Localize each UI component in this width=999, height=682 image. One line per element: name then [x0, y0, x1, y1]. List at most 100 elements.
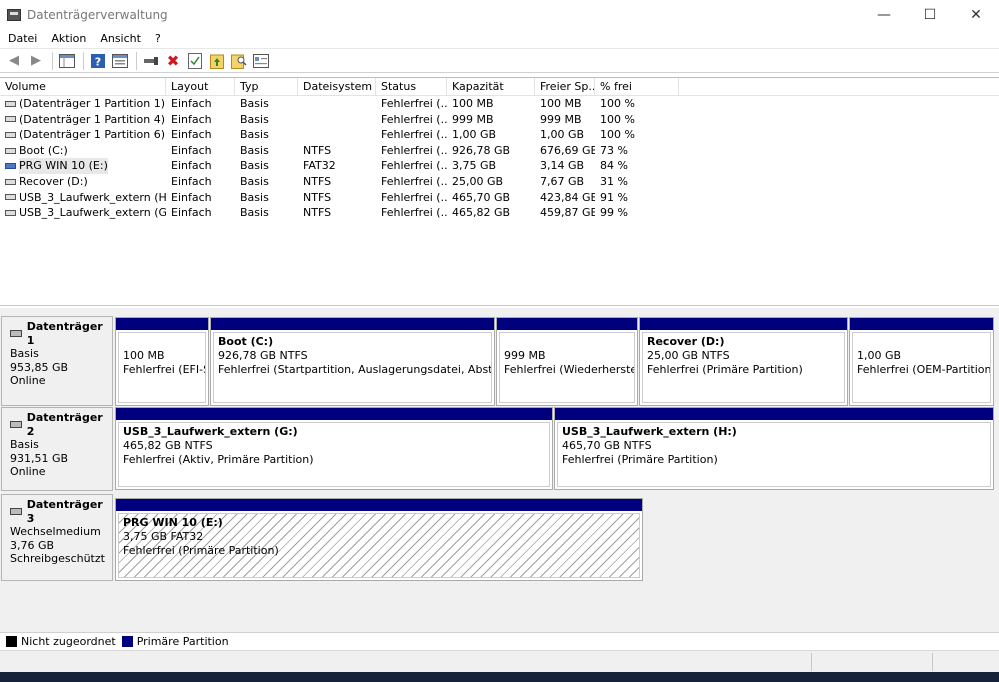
partition-block[interactable]: 100 MB Fehlerfrei (EFI-Sy: [115, 317, 209, 406]
volume-type: Basis: [240, 112, 269, 126]
column-header-percent-free[interactable]: % frei: [595, 78, 679, 95]
volume-layout: Einfach: [171, 128, 212, 142]
volume-layout: Einfach: [171, 174, 212, 188]
maximize-button[interactable]: ☐: [907, 0, 953, 29]
partition-block[interactable]: Recover (D:) 25,00 GB NTFS Fehlerfrei (P…: [639, 317, 848, 406]
title-bar: Datenträgerverwaltung — ☐ ✕: [0, 0, 999, 29]
partition-status: Fehlerfrei (Primäre Partition): [647, 362, 803, 376]
partition-status: Fehlerfrei (EFI-Sy: [123, 362, 205, 376]
table-row[interactable]: USB_3_Laufwerk_extern (G:) Einfach Basis…: [0, 205, 999, 221]
menu-aktion[interactable]: Aktion: [44, 32, 93, 45]
volume-percent-free: 100 %: [600, 112, 635, 126]
delete-icon[interactable]: ✖: [163, 51, 183, 71]
partition-size: 1,00 GB: [857, 348, 902, 362]
help-icon[interactable]: ?: [88, 51, 108, 71]
partition-block[interactable]: PRG WIN 10 (E:) 3,75 GB FAT32 Fehlerfrei…: [115, 498, 643, 581]
status-bar-divider: [932, 653, 933, 671]
disk-label[interactable]: Datenträger 1 Basis 953,85 GB Online: [1, 316, 113, 406]
partition-status: Fehlerfrei (Wiederherstellu: [504, 362, 634, 376]
volume-name: USB_3_Laufwerk_extern (G:): [19, 206, 166, 220]
column-header-layout[interactable]: Layout: [166, 78, 235, 95]
partition-block[interactable]: USB_3_Laufwerk_extern (H:) 465,70 GB NTF…: [554, 407, 994, 490]
disk-layout-area: Datenträger 1 Basis 953,85 GB Online 100…: [0, 308, 999, 632]
minimize-button[interactable]: —: [861, 0, 907, 29]
volume-list-header: Volume Layout Typ Dateisystem Status Kap…: [0, 78, 999, 96]
volume-type: Basis: [240, 143, 269, 157]
forward-arrow-icon[interactable]: ▶: [26, 51, 46, 71]
volume-layout: Einfach: [171, 159, 212, 173]
table-row[interactable]: (Datenträger 1 Partition 4) Einfach Basi…: [0, 112, 999, 128]
volume-name: Boot (C:): [19, 143, 68, 157]
table-row[interactable]: Boot (C:) Einfach Basis NTFS Fehlerfrei …: [0, 143, 999, 159]
disk-size: 953,85 GB: [10, 360, 69, 374]
volume-free-space: 1,00 GB: [540, 128, 585, 142]
volume-filesystem: [298, 127, 376, 143]
folder-up-icon[interactable]: [207, 51, 227, 71]
volume-layout: Einfach: [171, 206, 212, 220]
disk-label[interactable]: Datenträger 2 Basis 931,51 GB Online: [1, 407, 113, 491]
table-row[interactable]: (Datenträger 1 Partition 1) Einfach Basi…: [0, 96, 999, 112]
partition-name: PRG WIN 10 (E:): [123, 516, 223, 529]
volume-name: PRG WIN 10 (E:): [19, 158, 108, 174]
partition-block[interactable]: 999 MB Fehlerfrei (Wiederherstellu: [496, 317, 638, 406]
partition-status: Fehlerfrei (OEM-Partition): [857, 362, 991, 376]
column-header-type[interactable]: Typ: [235, 78, 298, 95]
partition-block[interactable]: USB_3_Laufwerk_extern (G:) 465,82 GB NTF…: [115, 407, 553, 490]
table-row[interactable]: PRG WIN 10 (E:) Einfach Basis FAT32 Fehl…: [0, 158, 999, 174]
disk-type: Basis: [10, 438, 39, 451]
menu-datei[interactable]: Datei: [0, 32, 44, 45]
partition-block[interactable]: Boot (C:) 926,78 GB NTFS Fehlerfrei (Sta…: [210, 317, 495, 406]
menu-ansicht[interactable]: Ansicht: [93, 32, 148, 45]
table-row[interactable]: Recover (D:) Einfach Basis NTFS Fehlerfr…: [0, 174, 999, 190]
table-row[interactable]: (Datenträger 1 Partition 6) Einfach Basi…: [0, 127, 999, 143]
partition-status: Fehlerfrei (Startpartition, Auslagerungs…: [218, 362, 491, 376]
partition-size: 465,70 GB NTFS: [562, 438, 652, 452]
column-header-capacity[interactable]: Kapazität: [447, 78, 535, 95]
close-button[interactable]: ✕: [953, 0, 999, 29]
partition-name: [857, 335, 990, 349]
column-header-filesystem[interactable]: Dateisystem: [298, 78, 376, 95]
disk-label[interactable]: Datenträger 3 Wechselmedium 3,76 GB Schr…: [1, 494, 113, 581]
usb-drive-icon: [5, 163, 16, 170]
volume-name: USB_3_Laufwerk_extern (H:): [19, 190, 166, 204]
volume-capacity: 926,78 GB: [452, 143, 511, 157]
volume-icon: [5, 178, 16, 185]
column-header-status[interactable]: Status: [376, 78, 447, 95]
legend: Nicht zugeordnet Primäre Partition: [0, 632, 999, 650]
partition-name: [123, 335, 205, 349]
volume-percent-free: 73 %: [600, 143, 628, 157]
volume-capacity: 3,75 GB: [452, 159, 497, 173]
primary-partition-swatch: [121, 636, 133, 647]
search-folder-icon[interactable]: [229, 51, 249, 71]
column-header-volume[interactable]: Volume: [0, 78, 166, 95]
back-arrow-icon[interactable]: ◀: [4, 51, 24, 71]
disk-management-icon: [7, 8, 21, 21]
status-bar-divider: [811, 653, 812, 671]
column-header-free-space[interactable]: Freier Sp...: [535, 78, 595, 95]
status-bar: [0, 650, 999, 672]
console-tree-icon[interactable]: [57, 51, 77, 71]
disk-state: Online: [10, 465, 46, 478]
partition-status: Fehlerfrei (Primäre Partition): [123, 543, 279, 557]
volume-type: Basis: [240, 190, 269, 204]
table-row[interactable]: USB_3_Laufwerk_extern (H:) Einfach Basis…: [0, 190, 999, 206]
disk-name: Datenträger 1: [26, 320, 103, 347]
properties-icon[interactable]: [110, 51, 130, 71]
settings-dialog-icon[interactable]: [251, 51, 271, 71]
disk-type: Basis: [10, 347, 39, 360]
partition-block[interactable]: 1,00 GB Fehlerfrei (OEM-Partition): [849, 317, 994, 406]
volume-layout: Einfach: [171, 97, 212, 110]
hard-disk-icon: [10, 421, 22, 428]
volume-type: Basis: [240, 159, 269, 173]
partition-size: 926,78 GB NTFS: [218, 348, 308, 362]
volume-filesystem: NTFS: [303, 206, 332, 220]
partition-size: 465,82 GB NTFS: [123, 438, 213, 452]
toolbar: ◀ ▶ ? ✖: [0, 49, 999, 73]
volume-filesystem: NTFS: [303, 190, 332, 204]
menu-help[interactable]: ?: [148, 32, 168, 45]
connect-icon[interactable]: [141, 51, 161, 71]
volume-capacity: 100 MB: [452, 97, 494, 110]
volume-free-space: 7,67 GB: [540, 174, 585, 188]
checklist-icon[interactable]: [185, 51, 205, 71]
volume-filesystem: [298, 96, 376, 112]
